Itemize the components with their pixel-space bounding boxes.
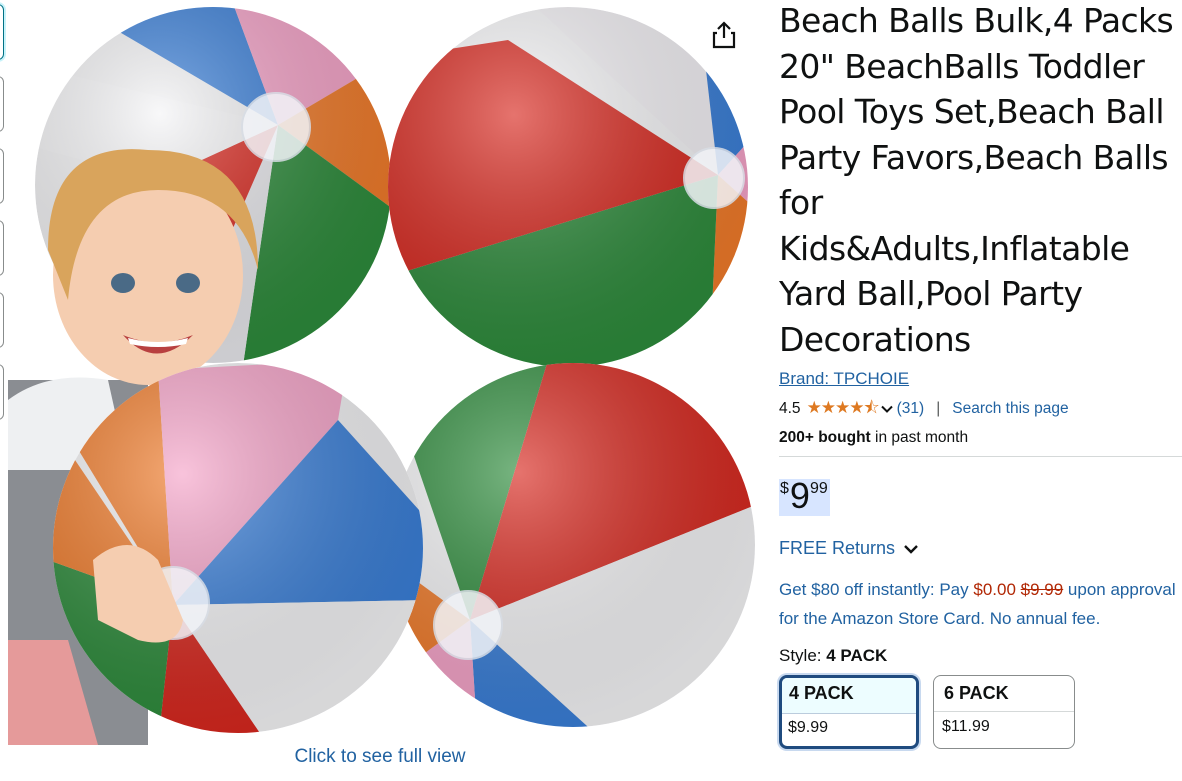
free-returns-label: FREE Returns [779,538,896,558]
beach-ball-4 [391,363,755,727]
thumbnail-5[interactable] [0,292,4,348]
option-name: 6 PACK [944,683,1009,703]
style-option-6-pack[interactable]: 6 PACK $11.99 [933,675,1075,749]
style-selected-value: 4 PACK [826,646,888,665]
option-name: 4 PACK [782,678,916,713]
product-title: Beach Balls Bulk,4 Packs 20" BeachBalls … [779,1,1174,359]
promo-strike-price: $9.99 [1020,580,1064,599]
full-view-link[interactable]: Click to see full view [0,746,760,768]
price-fraction: 99 [809,480,828,497]
price: $ 9 99 [779,475,830,516]
bought-rest: in past month [870,429,969,446]
brand-link[interactable]: Brand: TPCHOIE [779,369,909,389]
separator: | [936,400,941,417]
option-price: $11.99 [934,711,1074,748]
search-page-link[interactable]: Search this page [952,400,1068,418]
thumbnail-3[interactable] [0,148,4,204]
thumbnail-6[interactable] [0,364,4,420]
rating-row: 4.5 ★★★★⯪ (31) | Search this page [779,398,1182,420]
style-options: 4 PACK $9.99 6 PACK $11.99 [779,675,1182,749]
style-label: Style: 4 PACK [779,646,1182,666]
promo-text-1: Get $80 off instantly: Pay [779,580,974,599]
share-icon[interactable] [710,20,738,50]
option-price: $9.99 [782,713,916,746]
promo-pay-price: $0.00 [973,580,1016,599]
chevron-down-icon[interactable] [880,403,893,415]
thumbnail-4[interactable] [0,220,4,276]
free-returns-link[interactable]: FREE Returns [779,538,1182,559]
thumbnail-2[interactable] [0,76,4,132]
product-info: Beach Balls Bulk,4 Packs 20" BeachBalls … [779,0,1182,749]
price-symbol: $ [780,480,789,497]
style-label-prefix: Style: [779,646,827,665]
chevron-down-icon [904,544,918,554]
divider [779,456,1182,457]
bought-count: 200+ bought in past month [779,429,1182,447]
thumbnail-1[interactable] [0,4,4,60]
bought-bold: 200+ bought [779,429,871,446]
thumbnail-strip [0,0,6,420]
star-rating-icon[interactable]: ★★★★⯪ [807,395,880,424]
product-image[interactable] [8,0,760,745]
rating-value: 4.5 [779,400,801,417]
store-card-promo[interactable]: Get $80 off instantly: Pay $0.00 $9.99 u… [779,575,1182,633]
rating-count-link[interactable]: (31) [897,400,925,418]
price-whole: 9 [789,475,810,516]
style-option-4-pack[interactable]: 4 PACK $9.99 [779,675,919,749]
